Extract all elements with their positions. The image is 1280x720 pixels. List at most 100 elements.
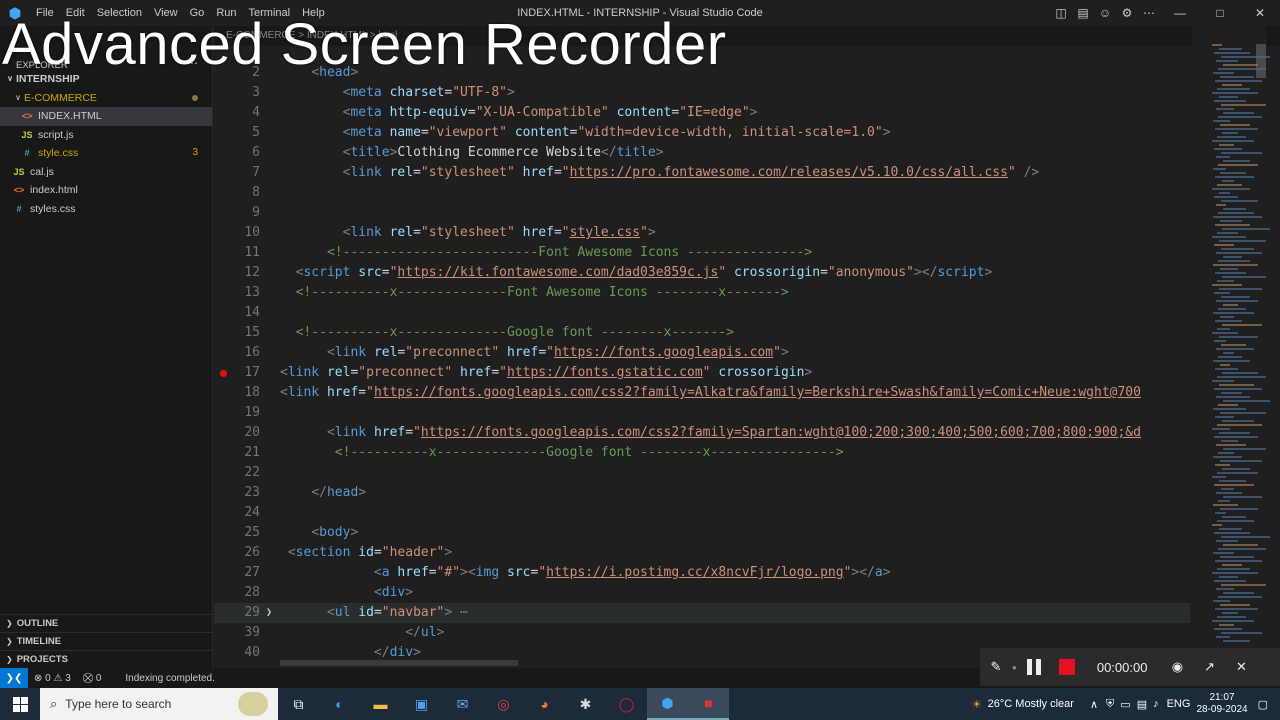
remote-icon[interactable]: ❯❮: [0, 668, 28, 688]
token: ": [1007, 165, 1016, 180]
start-button[interactable]: [0, 688, 40, 720]
task-view-icon[interactable]: ⧉: [278, 688, 319, 720]
taskbar-search[interactable]: ⌕ Type here to search: [40, 688, 278, 720]
code-line[interactable]: 8: [214, 183, 1190, 203]
code-line[interactable]: 16 <link rel="preconnect" href="https://…: [214, 343, 1190, 363]
code-line[interactable]: 4 <meta http-equiv="X-UA-Compatible" con…: [214, 103, 1190, 123]
minimap-line: [1215, 176, 1254, 178]
store-icon[interactable]: ▣: [401, 688, 442, 720]
code-line[interactable]: 17 <link rel="preconnect" href="https://f…: [214, 363, 1190, 383]
code-line[interactable]: 20 <link href="https://fonts.googleapis.…: [214, 423, 1190, 443]
camera-icon[interactable]: ◉: [1161, 659, 1193, 675]
code-line[interactable]: 26 <section id="header">: [214, 543, 1190, 563]
file-script-js[interactable]: JS script.js: [0, 126, 212, 145]
code-line[interactable]: 10 <link rel="stylesheet" href="style.cs…: [214, 223, 1190, 243]
minimap-line: [1221, 536, 1270, 538]
file-index-html[interactable]: <> INDEX.HTML: [0, 107, 212, 126]
code-line[interactable]: 13 <!----------x--------------Font Aweso…: [214, 283, 1190, 303]
export-icon[interactable]: ↗: [1193, 659, 1225, 675]
pause-button[interactable]: [1026, 659, 1041, 675]
code-text: <link rel="stylesheet" href="style.css">: [280, 223, 656, 243]
token: title: [350, 145, 390, 160]
code-line[interactable]: 19: [214, 403, 1190, 423]
mail-icon[interactable]: ✉: [442, 688, 483, 720]
line-number: 14: [244, 305, 260, 320]
recorder-taskbar-icon[interactable]: ■: [688, 688, 729, 720]
more-icon[interactable]: ⋯: [1138, 0, 1160, 26]
language-indicator[interactable]: ENG: [1167, 698, 1191, 710]
toggle-panel-icon[interactable]: ◫: [1050, 0, 1072, 26]
code-line[interactable]: 12 <script src="https://kit.fontawesome.…: [214, 263, 1190, 283]
minimize-button[interactable]: —: [1160, 0, 1200, 26]
minimap-line: [1222, 132, 1238, 134]
code-line[interactable]: 23 </head>: [214, 483, 1190, 503]
code-line[interactable]: 18 <link href="https://fonts.googleapis.c…: [214, 383, 1190, 403]
layout-icon[interactable]: ▤: [1072, 0, 1094, 26]
minimap-line: [1222, 372, 1258, 374]
timeline-section[interactable]: ❯ TIMELINE: [0, 632, 213, 650]
settings-app-icon[interactable]: ✱: [565, 688, 606, 720]
code-line[interactable]: 22: [214, 463, 1190, 483]
weather-text[interactable]: 26°C Mostly clear: [988, 698, 1074, 710]
token: link: [287, 385, 327, 400]
file-explorer-icon[interactable]: ▬: [360, 688, 401, 720]
maximize-button[interactable]: □: [1200, 0, 1240, 26]
account-icon[interactable]: ☺: [1094, 0, 1116, 26]
projects-section[interactable]: ❯ PROJECTS: [0, 650, 213, 668]
vertical-scrollbar[interactable]: [1256, 44, 1266, 78]
close-recorder-icon[interactable]: ✕: [1225, 659, 1257, 675]
code-line[interactable]: 39 </ul>: [214, 623, 1190, 643]
chevron-up-icon[interactable]: ∧: [1090, 698, 1098, 711]
code-line[interactable]: 25 <body>: [214, 523, 1190, 543]
firefox-icon[interactable]: ◕: [524, 688, 565, 720]
breakpoint-icon[interactable]: [220, 370, 227, 377]
stop-button[interactable]: [1058, 659, 1075, 675]
minimap[interactable]: [1192, 26, 1270, 668]
network-icon[interactable]: ▤: [1137, 698, 1147, 711]
code-line[interactable]: 3 <meta charset="UTF-8">: [214, 83, 1190, 103]
token: =: [381, 265, 390, 280]
code-line[interactable]: 28 <div>: [214, 583, 1190, 603]
code-line[interactable]: 21 <!----------x--------------Google fon…: [214, 443, 1190, 463]
clock[interactable]: 21:07 28-09-2024: [1196, 692, 1247, 716]
code-line[interactable]: 24: [214, 503, 1190, 523]
pen-icon[interactable]: ✎: [980, 659, 1012, 675]
ports-indicator[interactable]: ⛒ 0: [77, 673, 108, 684]
outline-section[interactable]: ❯ OUTLINE: [0, 614, 213, 632]
problems-indicator[interactable]: ⊗ 0 ⚠ 3: [28, 673, 77, 684]
edge-icon[interactable]: ◐: [319, 688, 360, 720]
code-line[interactable]: 14: [214, 303, 1190, 323]
code-line[interactable]: 5 <meta name="viewport" content="width=d…: [214, 123, 1190, 143]
settings-gear-icon[interactable]: ⚙: [1116, 0, 1138, 26]
file-index-html[interactable]: <> index.html: [0, 181, 212, 200]
chrome-icon[interactable]: ◎: [483, 688, 524, 720]
shield-icon[interactable]: ⛨: [1106, 698, 1114, 711]
horizontal-scrollbar[interactable]: [280, 660, 518, 666]
notifications-icon[interactable]: ▢: [1258, 698, 1268, 711]
tree-folder-ecommerce[interactable]: ∨ E-COMMERCE: [0, 89, 212, 108]
code-text: <!----------x--------------Font Awesome …: [280, 283, 789, 303]
volume-icon[interactable]: ♪: [1153, 698, 1159, 710]
code-line[interactable]: 6 <title>Clothing Ecommerce Website</tit…: [214, 143, 1190, 163]
code-line[interactable]: 29 ❯ <ul id="navbar"> ⋯: [214, 603, 1190, 623]
vscode-taskbar-icon[interactable]: ⬢: [647, 688, 688, 720]
battery-icon[interactable]: ▭: [1120, 698, 1130, 711]
editor-area[interactable]: E-COMMERCE > INDEX.HTML > html 2 <head> 3…: [214, 26, 1280, 668]
minimap-line: [1223, 448, 1266, 450]
code-line[interactable]: 27 <a href="#"><img src="https://i.posti…: [214, 563, 1190, 583]
file-styles-css[interactable]: # styles.css: [0, 200, 212, 219]
code-line[interactable]: 7 <link rel="stylesheet" href="https://p…: [214, 163, 1190, 183]
opera-icon[interactable]: ◯: [606, 688, 647, 720]
code-line[interactable]: 15 <!----------x--------------Google fon…: [214, 323, 1190, 343]
token: https://fonts.googleapis.com/css2?family…: [373, 385, 1141, 400]
file-style-css[interactable]: # style.css 3: [0, 144, 212, 163]
token: link: [334, 425, 374, 440]
fold-chevron-icon[interactable]: ❯: [266, 603, 272, 623]
line-number: 12: [244, 265, 260, 280]
file-cal-js[interactable]: JS cal.js: [0, 163, 212, 182]
close-button[interactable]: ✕: [1240, 0, 1280, 26]
code-line[interactable]: 9: [214, 203, 1190, 223]
code-line[interactable]: 11 <!-------------------------Font Aweso…: [214, 243, 1190, 263]
